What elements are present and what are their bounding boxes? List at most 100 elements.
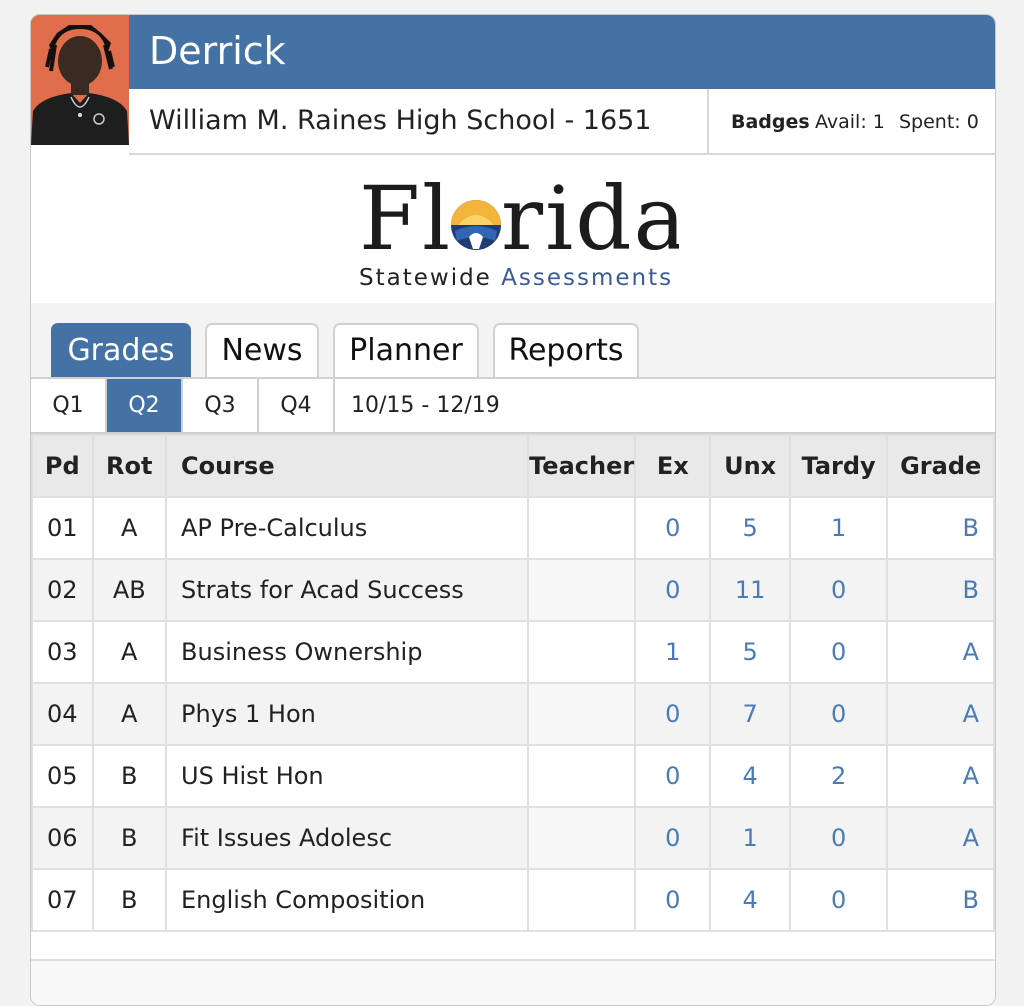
cell-rot: B bbox=[91, 806, 168, 870]
table-header-row: Pd Rot Course Teacher Ex Unx Tardy Grade bbox=[31, 434, 995, 498]
svg-text:Fl: Fl bbox=[359, 169, 452, 265]
cell-course[interactable]: Strats for Acad Success bbox=[165, 558, 530, 622]
cell-ex[interactable]: 1 bbox=[634, 620, 712, 684]
cell-tardy[interactable]: 2 bbox=[788, 744, 889, 808]
header-ex[interactable]: Ex bbox=[634, 434, 712, 498]
student-avatar[interactable] bbox=[31, 15, 129, 145]
cell-teacher bbox=[527, 682, 637, 746]
cell-rot: AB bbox=[91, 558, 168, 622]
cell-course[interactable]: Business Ownership bbox=[165, 620, 530, 684]
cell-pd: 07 bbox=[31, 868, 94, 932]
table-row[interactable]: 06 B Fit Issues Adolesc 0 1 0 A bbox=[31, 806, 995, 870]
cell-unx[interactable]: 4 bbox=[709, 868, 791, 932]
cell-ex[interactable]: 0 bbox=[634, 868, 712, 932]
header-unx[interactable]: Unx bbox=[709, 434, 791, 498]
cell-course[interactable]: English Composition bbox=[165, 868, 530, 932]
table-row[interactable]: 03 A Business Ownership 1 5 0 A bbox=[31, 620, 995, 684]
cell-pd: 03 bbox=[31, 620, 94, 684]
cell-teacher bbox=[527, 868, 637, 932]
header-tardy[interactable]: Tardy bbox=[788, 434, 889, 498]
cell-unx[interactable]: 11 bbox=[709, 558, 791, 622]
badges-avail: Avail: 1 bbox=[815, 111, 885, 133]
cell-unx[interactable]: 5 bbox=[709, 496, 791, 560]
table-row[interactable]: 02 AB Strats for Acad Success 0 11 0 B bbox=[31, 558, 995, 622]
cell-rot: A bbox=[91, 682, 168, 746]
cell-course[interactable]: US Hist Hon bbox=[165, 744, 530, 808]
cell-grade[interactable]: A bbox=[886, 620, 995, 684]
badges-summary[interactable]: Badges Avail: 1 Spent: 0 bbox=[707, 89, 995, 153]
avatar-photo bbox=[31, 15, 129, 145]
quarter-q4[interactable]: Q4 bbox=[259, 379, 335, 432]
cell-tardy[interactable]: 0 bbox=[788, 682, 889, 746]
header-rot[interactable]: Rot bbox=[91, 434, 168, 498]
logo-subtitle-statewide: Statewide bbox=[359, 265, 492, 291]
table-row[interactable]: 01 A AP Pre-Calculus 0 5 1 B bbox=[31, 496, 995, 560]
cell-course[interactable]: Phys 1 Hon bbox=[165, 682, 530, 746]
student-name: Derrick bbox=[149, 29, 286, 73]
tab-reports[interactable]: Reports bbox=[493, 323, 639, 377]
cell-ex[interactable]: 0 bbox=[634, 558, 712, 622]
header-course[interactable]: Course bbox=[165, 434, 530, 498]
cell-pd: 06 bbox=[31, 806, 94, 870]
cell-pd: 01 bbox=[31, 496, 94, 560]
logo-subtitle-assessments: Assessments bbox=[501, 265, 674, 291]
tab-grades[interactable]: Grades bbox=[51, 323, 191, 377]
quarter-selector: Q1 Q2 Q3 Q4 10/15 - 12/19 bbox=[31, 379, 995, 434]
cell-tardy[interactable]: 0 bbox=[788, 620, 889, 684]
cell-pd: 05 bbox=[31, 744, 94, 808]
cell-tardy[interactable]: 1 bbox=[788, 496, 889, 560]
cell-course[interactable]: Fit Issues Adolesc bbox=[165, 806, 530, 870]
cell-ex[interactable]: 0 bbox=[634, 744, 712, 808]
cell-ex[interactable]: 0 bbox=[634, 496, 712, 560]
quarter-q2[interactable]: Q2 bbox=[107, 379, 183, 432]
cell-teacher bbox=[527, 620, 637, 684]
cell-teacher bbox=[527, 744, 637, 808]
florida-wordmark-graphic: Fl rida bbox=[359, 167, 686, 270]
table-row[interactable]: 05 B US Hist Hon 0 4 2 A bbox=[31, 744, 995, 808]
cell-course[interactable]: AP Pre-Calculus bbox=[165, 496, 530, 560]
badges-label: Badges bbox=[731, 111, 810, 133]
grades-table: Pd Rot Course Teacher Ex Unx Tardy Grade… bbox=[31, 434, 995, 932]
header-teacher[interactable]: Teacher bbox=[527, 434, 637, 498]
cell-unx[interactable]: 7 bbox=[709, 682, 791, 746]
cell-tardy[interactable]: 0 bbox=[788, 558, 889, 622]
student-header-bar: Derrick bbox=[31, 15, 995, 89]
cell-rot: B bbox=[91, 744, 168, 808]
cell-rot: A bbox=[91, 620, 168, 684]
table-footer bbox=[31, 959, 995, 1005]
school-name: William M. Raines High School - 1651 bbox=[149, 105, 652, 136]
cell-teacher bbox=[527, 806, 637, 870]
cell-tardy[interactable]: 0 bbox=[788, 868, 889, 932]
tab-planner[interactable]: Planner bbox=[333, 323, 479, 377]
cell-ex[interactable]: 0 bbox=[634, 806, 712, 870]
header-pd[interactable]: Pd bbox=[31, 434, 94, 498]
cell-rot: A bbox=[91, 496, 168, 560]
table-row[interactable]: 07 B English Composition 0 4 0 B bbox=[31, 868, 995, 932]
cell-grade[interactable]: B bbox=[886, 868, 995, 932]
cell-grade[interactable]: B bbox=[886, 496, 995, 560]
cell-tardy[interactable]: 0 bbox=[788, 806, 889, 870]
cell-ex[interactable]: 0 bbox=[634, 682, 712, 746]
cell-unx[interactable]: 5 bbox=[709, 620, 791, 684]
cell-unx[interactable]: 1 bbox=[709, 806, 791, 870]
cell-teacher bbox=[527, 496, 637, 560]
cell-pd: 02 bbox=[31, 558, 94, 622]
cell-grade[interactable]: A bbox=[886, 806, 995, 870]
tab-news[interactable]: News bbox=[205, 323, 319, 377]
quarter-q1[interactable]: Q1 bbox=[31, 379, 107, 432]
quarter-date-range: 10/15 - 12/19 bbox=[351, 393, 500, 418]
cell-pd: 04 bbox=[31, 682, 94, 746]
header-grade[interactable]: Grade bbox=[886, 434, 995, 498]
cell-unx[interactable]: 4 bbox=[709, 744, 791, 808]
cell-grade[interactable]: A bbox=[886, 744, 995, 808]
florida-assessments-logo: Fl rida Statewide Assessments bbox=[31, 155, 995, 303]
cell-grade[interactable]: A bbox=[886, 682, 995, 746]
cell-grade[interactable]: B bbox=[886, 558, 995, 622]
logo-subtitle: Statewide Assessments bbox=[359, 265, 673, 291]
table-row[interactable]: 04 A Phys 1 Hon 0 7 0 A bbox=[31, 682, 995, 746]
student-card: Derrick William M. Raines High School - … bbox=[30, 14, 996, 1006]
cell-rot: B bbox=[91, 868, 168, 932]
quarter-q3[interactable]: Q3 bbox=[183, 379, 259, 432]
school-row: William M. Raines High School - 1651 Bad… bbox=[129, 89, 995, 155]
svg-text:rida: rida bbox=[501, 169, 679, 265]
